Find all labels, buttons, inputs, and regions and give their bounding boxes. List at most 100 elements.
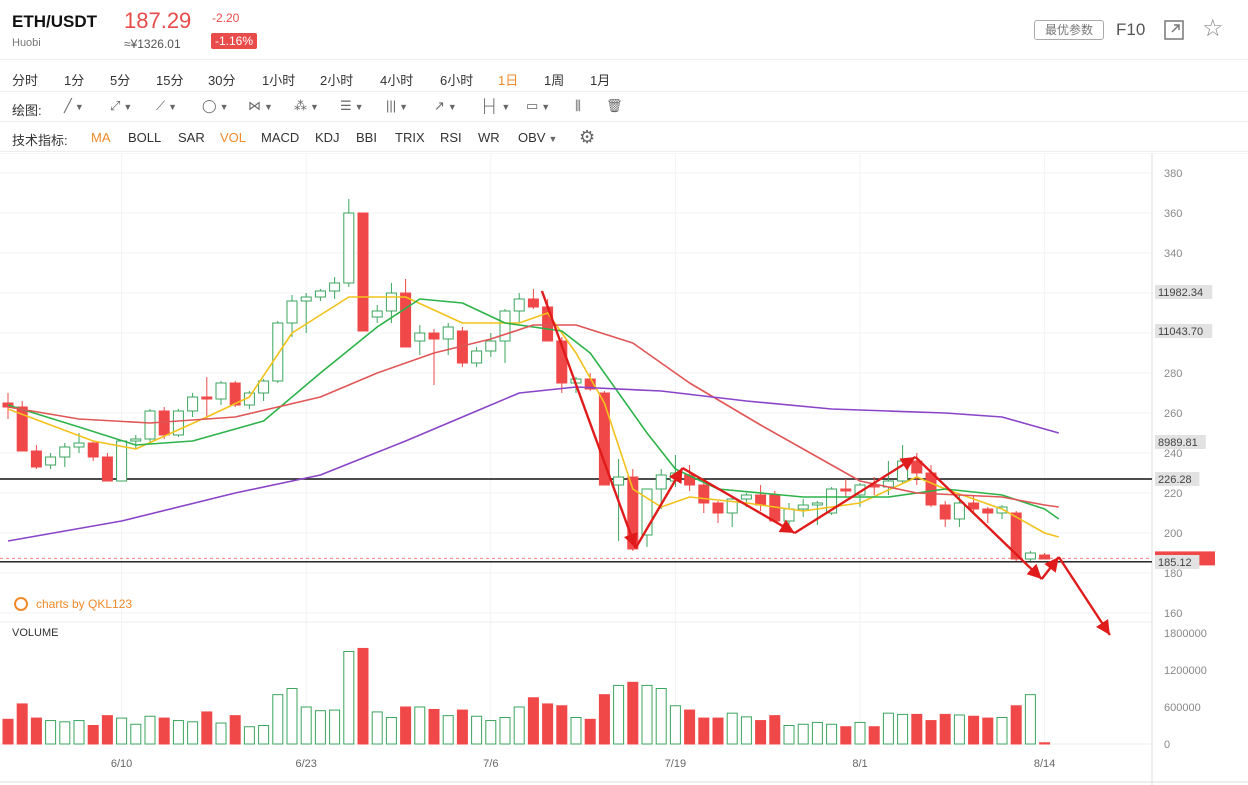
candle-body — [982, 508, 994, 514]
volume-bar — [101, 715, 113, 745]
expand-icon[interactable] — [1164, 20, 1184, 40]
price-tick-label: 280 — [1164, 368, 1182, 380]
volume-bar — [968, 715, 980, 745]
volume-bar — [769, 715, 781, 745]
gear-icon[interactable]: ⚙ — [579, 127, 595, 148]
trash-icon[interactable]: 🗑 — [606, 98, 623, 114]
brand-text: charts by QKL123 — [36, 597, 133, 611]
candle-body — [513, 298, 525, 312]
candle-body — [953, 502, 965, 520]
period-bar: 分时 1分 5分 15分 30分 1小时 2小时 4小时 6小时 1日 1周 1月 — [0, 62, 1248, 92]
indicator-vol[interactable]: VOL — [220, 130, 246, 145]
candle-body — [755, 494, 767, 506]
indicator-kdj[interactable]: KDJ — [315, 130, 340, 145]
volume-bar — [655, 688, 667, 745]
indicator-bbi[interactable]: BBI — [356, 130, 377, 145]
candle-body — [144, 410, 156, 440]
arrow-tool-icon[interactable]: ↗ ▼ — [434, 98, 457, 114]
volume-bar — [357, 647, 369, 745]
volume-bar — [485, 720, 497, 745]
volume-bar — [144, 715, 156, 745]
indicator-ma[interactable]: MA — [91, 130, 111, 145]
period-6[interactable]: 2小时 — [320, 70, 353, 89]
period-0[interactable]: 分时 — [12, 70, 38, 89]
candle-body — [314, 290, 326, 298]
period-8[interactable]: 6小时 — [440, 70, 473, 89]
volume-bar — [471, 715, 483, 745]
pair-title: ETH/USDT — [12, 12, 97, 31]
date-tick-label: 8/14 — [1034, 758, 1055, 770]
line-tool-icon[interactable]: ╱ ▼ — [64, 98, 84, 114]
candle-body — [925, 472, 937, 506]
period-5[interactable]: 1小时 — [262, 70, 295, 89]
volume-bar — [16, 703, 28, 745]
volume-bar — [882, 712, 894, 745]
indicator-trix[interactable]: TRIX — [395, 130, 425, 145]
axis-label-text: 185.12 — [1158, 557, 1192, 569]
optimal-params-button[interactable]: 最优参数 — [1034, 20, 1104, 40]
volume-bar — [1024, 694, 1036, 745]
gann-tool-icon[interactable]: ||| ▼ — [386, 98, 408, 113]
f10-button[interactable]: F10 — [1116, 20, 1145, 40]
candle-body — [968, 502, 980, 510]
candle-body — [59, 446, 71, 458]
date-tick-label: 7/19 — [665, 758, 686, 770]
volume-bar — [243, 726, 255, 745]
candle-body — [45, 456, 57, 466]
volume-bar — [996, 716, 1008, 745]
ray-tool-icon[interactable]: ⤢ ▼ — [110, 98, 132, 114]
candle-body — [939, 504, 951, 520]
star-icon[interactable]: ☆ — [1202, 17, 1224, 41]
period-11[interactable]: 1月 — [590, 70, 610, 89]
period-3[interactable]: 15分 — [156, 70, 183, 89]
shape-tool-icon[interactable]: ◯ ▼ — [202, 98, 228, 114]
volume-tick-label: 1200000 — [1164, 665, 1207, 677]
candle-body — [187, 396, 199, 412]
candle-body — [130, 438, 142, 442]
indicator-obv[interactable]: OBV ▼ — [518, 130, 557, 145]
candle-body — [101, 456, 113, 482]
indicator-macd[interactable]: MACD — [261, 130, 299, 145]
volume-bar — [840, 726, 852, 745]
parallel-tool-icon[interactable]: ⟋ ▼ — [156, 98, 177, 114]
volume-bar — [740, 716, 752, 745]
note-tool-icon[interactable]: ▭ ▼ — [526, 98, 550, 114]
candle-body — [655, 474, 667, 490]
period-2[interactable]: 5分 — [110, 70, 130, 89]
axis-label-text: 226.28 — [1158, 474, 1192, 486]
fib-tool-icon[interactable]: ☰ ▼ — [340, 98, 364, 114]
price-chart[interactable]: 1601802002202402602803003203403603806/10… — [0, 153, 1248, 785]
volume-bar — [911, 713, 923, 745]
volume-bar — [797, 723, 809, 745]
volume-bar — [1010, 705, 1022, 745]
exchange-name: Huobi — [12, 37, 41, 49]
period-9[interactable]: 1日 — [498, 70, 518, 89]
indicator-wr[interactable]: WR — [478, 130, 500, 145]
candle-body — [499, 310, 511, 342]
volume-bar — [428, 708, 440, 745]
volume-bar — [87, 725, 99, 745]
period-7[interactable]: 4小时 — [380, 70, 413, 89]
period-10[interactable]: 1周 — [544, 70, 564, 89]
price-tick-label: 340 — [1164, 248, 1182, 260]
candle-body — [258, 380, 270, 394]
volume-bar — [627, 681, 639, 745]
candle-style-icon[interactable]: ⫼ — [575, 98, 581, 114]
indicator-rsi[interactable]: RSI — [440, 130, 462, 145]
period-4[interactable]: 30分 — [208, 70, 235, 89]
candle-body — [527, 298, 539, 308]
period-1[interactable]: 1分 — [64, 70, 84, 89]
volume-bar — [669, 705, 681, 745]
indicator-sar[interactable]: SAR — [178, 130, 205, 145]
volume-bar — [400, 706, 412, 745]
candle-body — [343, 212, 355, 284]
measure-tool-icon[interactable]: ├┤ ▼ — [480, 98, 510, 113]
axis-label-text: 11982.34 — [1158, 287, 1203, 299]
volume-bar — [712, 717, 724, 745]
volume-bar — [868, 726, 880, 745]
price-change: -2.20 — [212, 11, 240, 25]
candle-body — [471, 350, 483, 364]
indicator-boll[interactable]: BOLL — [128, 130, 161, 145]
wave-tool-icon[interactable]: ⋈ ▼ — [248, 98, 273, 114]
pattern-tool-icon[interactable]: ⁂ ▼ — [294, 98, 319, 114]
